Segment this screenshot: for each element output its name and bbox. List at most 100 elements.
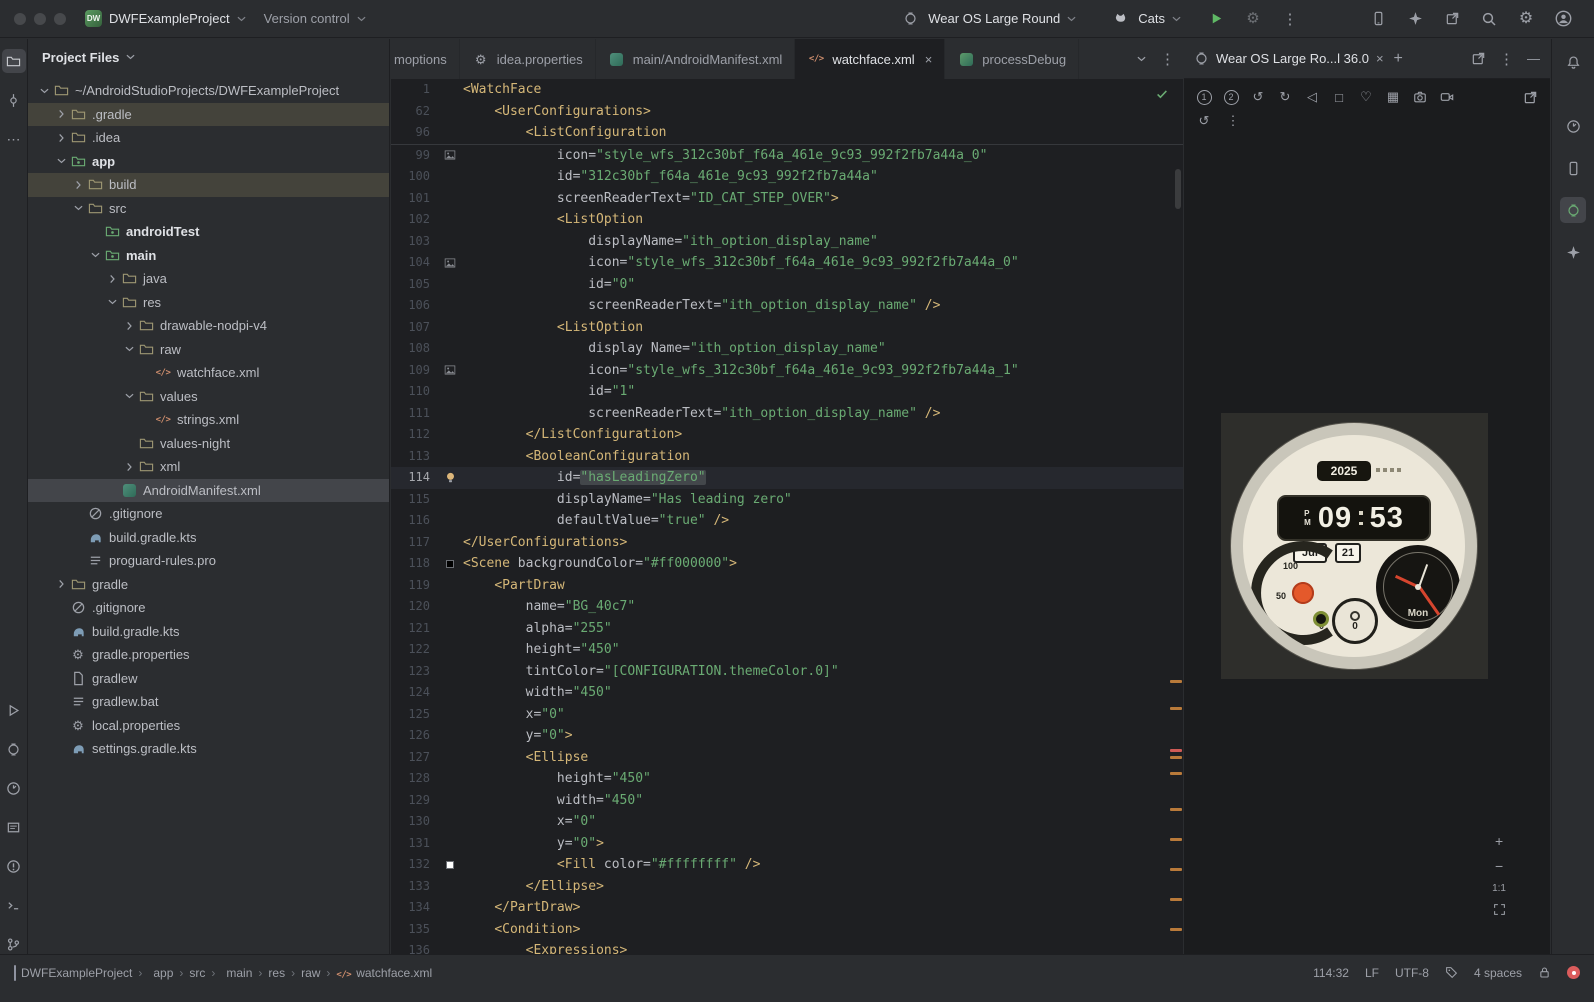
breadcrumb-src[interactable]: src — [189, 966, 205, 980]
terminal-icon[interactable] — [2, 893, 26, 917]
code-line-106[interactable]: 106 screenReaderText="ith_option_display… — [391, 295, 1183, 317]
code-line-121[interactable]: 121 alpha="255" — [391, 618, 1183, 640]
project-view-selector[interactable]: Project Files — [28, 39, 389, 75]
code-line-115[interactable]: 115 displayName="Has leading zero" — [391, 489, 1183, 511]
gemini-icon[interactable] — [1560, 239, 1586, 265]
hide-panel-icon[interactable]: — — [1527, 51, 1540, 66]
tree-item-drawable-nodpi-v4[interactable]: drawable-nodpi-v4 — [28, 314, 389, 338]
zoom-fit-button[interactable] — [1493, 903, 1506, 916]
chevron-right-icon[interactable] — [53, 130, 69, 146]
run-configuration-selector[interactable]: Cats — [1100, 4, 1190, 34]
code-line-128[interactable]: 128 height="450" — [391, 768, 1183, 790]
code-line-100[interactable]: 100 id="312c30bf_f64a_461e_9c93_992f2fb7… — [391, 166, 1183, 188]
close-window-button[interactable] — [14, 12, 26, 25]
code-line-113[interactable]: 113 <BooleanConfiguration — [391, 446, 1183, 468]
file-encoding[interactable]: UTF-8 — [1395, 966, 1429, 980]
commit-icon[interactable] — [2, 88, 26, 112]
tilt-button[interactable]: ▦ — [1385, 88, 1401, 106]
editor-scrollbar[interactable] — [1175, 169, 1181, 209]
screenshot-button[interactable] — [1412, 88, 1428, 106]
profiler-icon[interactable] — [2, 776, 26, 800]
error-indicator-icon[interactable] — [1567, 966, 1580, 979]
lock-icon[interactable] — [1538, 966, 1551, 979]
color-swatch-black[interactable] — [446, 559, 454, 568]
tree-item-strings.xml[interactable]: </> strings.xml — [28, 408, 389, 432]
code-line-109[interactable]: 109 icon="style_wfs_312c30bf_f64a_461e_9… — [391, 360, 1183, 382]
tag-icon[interactable] — [1445, 966, 1458, 979]
code-line-120[interactable]: 120 name="BG_40c7" — [391, 596, 1183, 618]
image-resource-icon[interactable] — [444, 364, 456, 376]
close-tab-icon[interactable]: × — [925, 52, 933, 67]
minimize-window-button[interactable] — [34, 12, 46, 25]
tree-item-build.gradle.kts[interactable]: build.gradle.kts — [28, 526, 389, 550]
editor-tab-options-icon[interactable]: ⋮ — [1160, 50, 1175, 68]
code-line-104[interactable]: 104 icon="style_wfs_312c30bf_f64a_461e_9… — [391, 252, 1183, 274]
zoom-ratio-button[interactable]: 1:1 — [1492, 883, 1506, 894]
breadcrumb-DWFExampleProject[interactable]: DWFExampleProject — [14, 964, 132, 981]
heart-rate-button[interactable]: ♡ — [1358, 88, 1374, 106]
code-line-102[interactable]: 102 <ListOption — [391, 209, 1183, 231]
logcat-icon[interactable] — [2, 815, 26, 839]
tree-item-values-night[interactable]: values-night — [28, 432, 389, 456]
chevron-right-icon[interactable] — [53, 106, 69, 122]
float-button[interactable] — [1522, 88, 1538, 106]
image-resource-icon[interactable] — [444, 257, 456, 269]
intention-bulb-icon[interactable] — [444, 471, 457, 484]
device-selector[interactable]: Wear OS Large Round — [890, 4, 1085, 34]
tree-item-gradlew.bat[interactable]: gradlew.bat — [28, 690, 389, 714]
more-horizontal-icon[interactable]: ⋯ — [2, 127, 26, 151]
indent-info[interactable]: 4 spaces — [1474, 966, 1522, 980]
open-in-window-icon[interactable] — [1471, 51, 1486, 66]
tree-item-build[interactable]: build — [28, 173, 389, 197]
rotate-right-button[interactable]: ↻ — [1277, 88, 1293, 106]
chevron-down-icon[interactable] — [121, 341, 137, 357]
code-line-116[interactable]: 116 defaultValue="true" /> — [391, 510, 1183, 532]
run-button[interactable] — [1205, 8, 1227, 30]
tree-item-watchface.xml[interactable]: </> watchface.xml — [28, 361, 389, 385]
problems-icon[interactable] — [2, 854, 26, 878]
breadcrumb-raw[interactable]: raw — [301, 966, 320, 980]
back-button[interactable]: ◁ — [1304, 88, 1320, 106]
chevron-down-icon[interactable] — [87, 247, 103, 263]
code-line-1[interactable]: 1 <WatchFace — [391, 79, 1183, 101]
chevron-right-icon[interactable] — [121, 459, 137, 475]
tree-item-.gitignore[interactable]: .gitignore — [28, 502, 389, 526]
project-widget[interactable]: DW DWFExampleProject — [76, 6, 255, 31]
breadcrumb-main[interactable]: main — [221, 966, 252, 980]
editor-tab-watchface.xml[interactable]: </> watchface.xml × — [795, 39, 946, 79]
open-share-icon[interactable] — [1441, 8, 1463, 30]
tree-item-app[interactable]: app — [28, 150, 389, 174]
code-line-62[interactable]: 62 <UserConfigurations> — [391, 101, 1183, 123]
settings-icon[interactable]: ⚙ — [1515, 8, 1537, 30]
device-manager-icon[interactable] — [2, 737, 26, 761]
breadcrumb-app[interactable]: app — [148, 966, 173, 980]
caret-position[interactable]: 114:32 — [1313, 966, 1349, 980]
code-line-110[interactable]: 110 id="1" — [391, 381, 1183, 403]
code-line-127[interactable]: 127 <Ellipse — [391, 747, 1183, 769]
code-line-107[interactable]: 107 <ListOption — [391, 317, 1183, 339]
chevron-right-icon[interactable] — [121, 318, 137, 334]
panel-options-icon[interactable]: ⋮ — [1499, 50, 1514, 68]
tree-item-gradle.properties[interactable]: ⚙ gradle.properties — [28, 643, 389, 667]
color-swatch-white[interactable] — [446, 860, 454, 869]
tree-item-local.properties[interactable]: ⚙ local.properties — [28, 714, 389, 738]
chevron-right-icon[interactable] — [53, 576, 69, 592]
code-line-122[interactable]: 122 height="450" — [391, 639, 1183, 661]
screen-record-button[interactable] — [1439, 88, 1455, 106]
tree-item-.idea[interactable]: .idea — [28, 126, 389, 150]
code-line-134[interactable]: 134 </PartDraw> — [391, 897, 1183, 919]
hidden-tabs-chevron-icon[interactable] — [1137, 56, 1146, 62]
tree-item-androidTest[interactable]: androidTest — [28, 220, 389, 244]
tree-item-~-AndroidStudioProjects-DWFExampleProject[interactable]: ~/AndroidStudioProjects/DWFExampleProjec… — [28, 79, 389, 103]
code-line-112[interactable]: 112 </ListConfiguration> — [391, 424, 1183, 446]
reset-button[interactable]: ↺ — [1196, 112, 1212, 130]
code-line-105[interactable]: 105 id="0" — [391, 274, 1183, 296]
code-line-133[interactable]: 133 </Ellipse> — [391, 876, 1183, 898]
button-2-button[interactable]: 2 — [1223, 88, 1239, 106]
more-actions-icon[interactable]: ⋮ — [1279, 8, 1301, 30]
tree-item-xml[interactable]: xml — [28, 455, 389, 479]
more-run-options-icon[interactable]: ⚙ — [1242, 8, 1264, 30]
profiler-icon[interactable] — [1560, 113, 1586, 139]
code-editor[interactable]: 1 <WatchFace 62 <UserConfigurations> 96 <Li… — [391, 79, 1183, 966]
code-line-124[interactable]: 124 width="450" — [391, 682, 1183, 704]
